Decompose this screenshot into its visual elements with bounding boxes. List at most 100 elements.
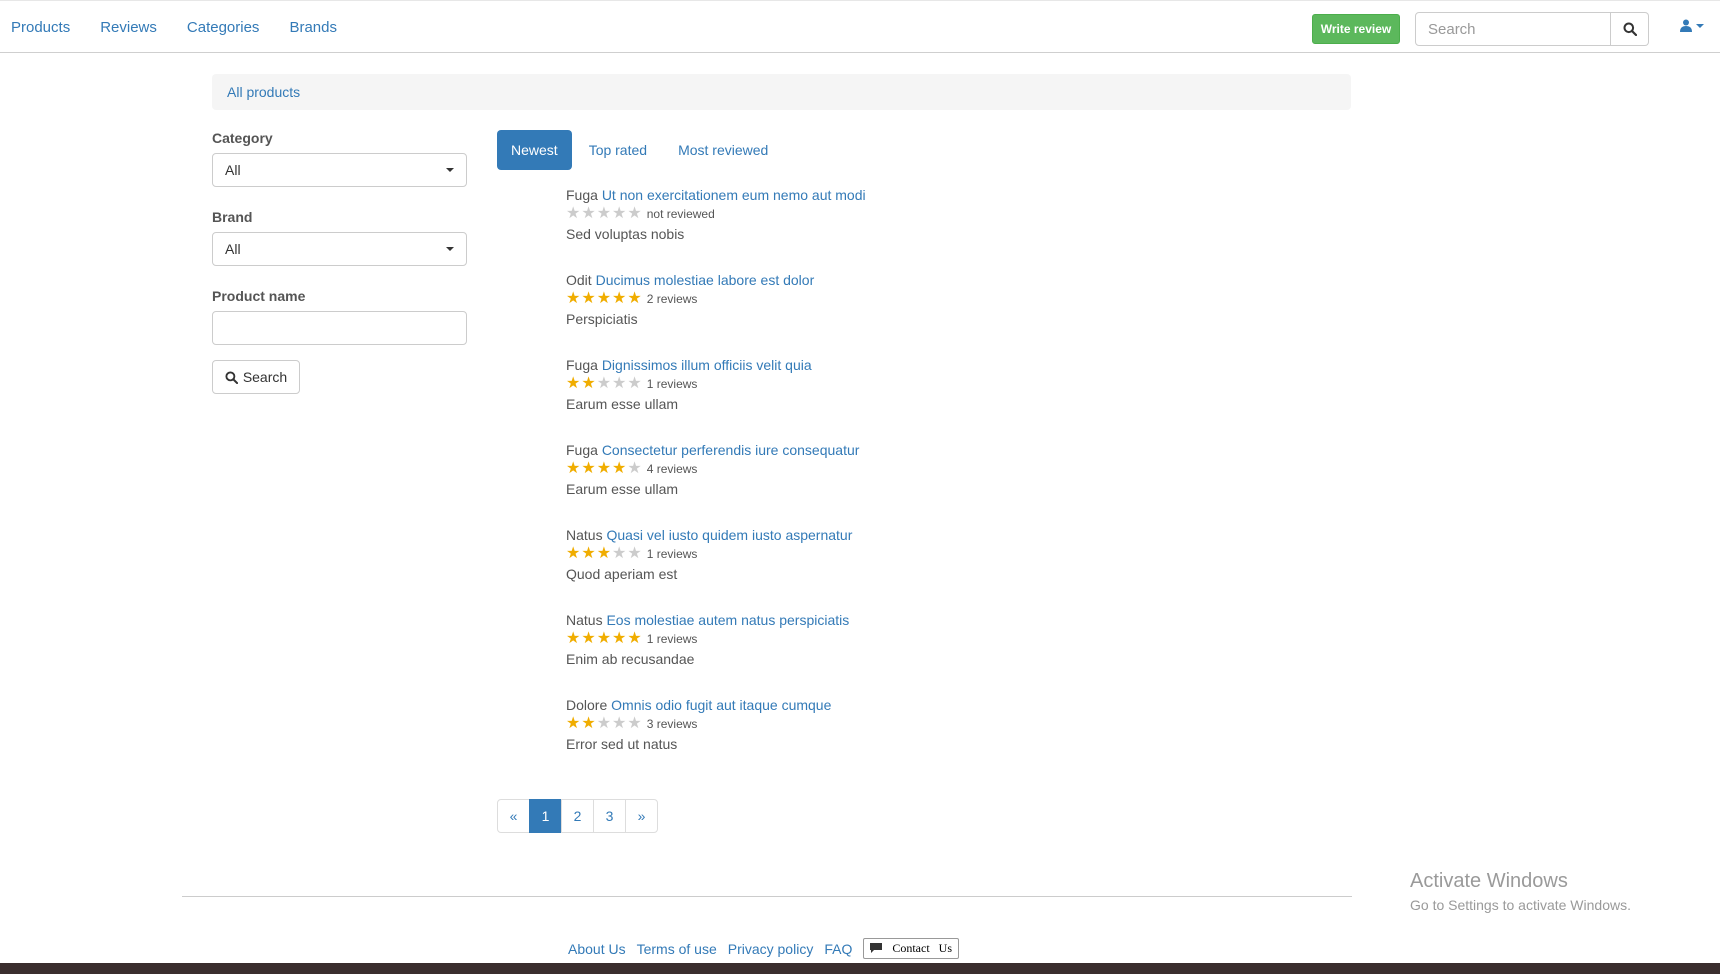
review-count: 4 reviews — [646, 462, 698, 476]
filter-search-button[interactable]: Search — [212, 360, 300, 394]
watermark-subtitle: Go to Settings to activate Windows. — [1410, 897, 1631, 913]
pagination-prev[interactable]: « — [497, 799, 530, 833]
star-filled-icon: ★ — [581, 460, 596, 477]
list-item: Natus Quasi vel iusto quidem iusto asper… — [566, 526, 1266, 611]
header-search-input[interactable] — [1415, 12, 1611, 46]
product-name-input[interactable] — [212, 311, 467, 345]
star-empty-icon: ★ — [581, 205, 596, 222]
nav-item-products[interactable]: Products — [11, 19, 70, 36]
star-filled-icon: ★ — [581, 715, 596, 732]
star-filled-icon: ★ — [581, 545, 596, 562]
star-filled-icon: ★ — [612, 290, 627, 307]
star-filled-icon: ★ — [596, 290, 612, 307]
brand-select[interactable]: All — [212, 232, 467, 266]
star-filled-icon: ★ — [596, 460, 612, 477]
review-count: 3 reviews — [646, 717, 698, 731]
star-filled-icon: ★ — [596, 630, 612, 647]
header-search-button[interactable] — [1611, 12, 1649, 46]
product-category: Earum esse ullam — [566, 481, 679, 497]
product-category: Perspiciatis — [566, 311, 638, 327]
caret-down-icon — [1696, 23, 1704, 28]
product-brand: Fuga — [566, 187, 598, 203]
star-filled-icon: ★ — [612, 460, 627, 477]
list-item: Fuga Dignissimos illum officiis velit qu… — [566, 356, 1266, 441]
product-category: Quod aperiam est — [566, 566, 678, 582]
product-link[interactable]: Omnis odio fugit aut itaque cumque — [611, 697, 831, 713]
pagination: « 1 2 3 » — [497, 799, 658, 833]
footer-about-link[interactable]: About Us — [568, 941, 626, 957]
nav-item-brands[interactable]: Brands — [289, 19, 337, 36]
category-select[interactable]: All — [212, 153, 467, 187]
caret-down-icon — [446, 247, 454, 251]
product-link[interactable]: Eos molestiae autem natus perspiciatis — [606, 612, 849, 628]
star-empty-icon: ★ — [566, 205, 581, 222]
top-navbar: Products Reviews Categories Brands Write… — [0, 0, 1720, 53]
product-brand: Fuga — [566, 357, 598, 373]
pagination-page-2[interactable]: 2 — [561, 799, 594, 833]
star-filled-icon: ★ — [566, 460, 581, 477]
star-rating: ★ ★ ★ ★ ★ 1 reviews — [566, 544, 1266, 564]
breadcrumb-all-products[interactable]: All products — [227, 84, 300, 100]
write-review-button[interactable]: Write review — [1312, 14, 1400, 44]
product-category: Sed voluptas nobis — [566, 226, 685, 242]
category-label: Category — [212, 130, 273, 146]
star-rating: ★ ★ ★ ★ ★ 4 reviews — [566, 459, 1266, 479]
product-category: Error sed ut natus — [566, 736, 678, 752]
footer-divider — [182, 896, 1352, 897]
star-filled-icon: ★ — [627, 630, 642, 647]
review-count: 1 reviews — [646, 547, 698, 561]
review-count: 1 reviews — [646, 632, 698, 646]
footer-terms-link[interactable]: Terms of use — [637, 941, 717, 957]
product-link[interactable]: Dignissimos illum officiis velit quia — [602, 357, 812, 373]
search-icon — [225, 370, 238, 384]
star-empty-icon: ★ — [612, 205, 627, 222]
star-empty-icon: ★ — [627, 460, 642, 477]
product-brand: Odit — [566, 272, 592, 288]
footer-faq-link[interactable]: FAQ — [824, 941, 852, 957]
pagination-page-1[interactable]: 1 — [529, 799, 562, 833]
star-rating: ★ ★ ★ ★ ★ 3 reviews — [566, 714, 1266, 734]
tab-most-reviewed[interactable]: Most reviewed — [664, 130, 782, 170]
caret-down-icon — [446, 168, 454, 172]
star-filled-icon: ★ — [596, 545, 612, 562]
star-filled-icon: ★ — [566, 715, 581, 732]
star-empty-icon: ★ — [612, 375, 627, 392]
tab-newest[interactable]: Newest — [497, 130, 572, 170]
product-brand: Natus — [566, 612, 603, 628]
list-item: Fuga Ut non exercitationem eum nemo aut … — [566, 186, 1266, 271]
nav-item-reviews[interactable]: Reviews — [100, 19, 157, 36]
footer-links: About Us Terms of use Privacy policy FAQ… — [568, 938, 960, 959]
star-rating: ★ ★ ★ ★ ★ 1 reviews — [566, 629, 1266, 649]
star-rating: ★ ★ ★ ★ ★ 1 reviews — [566, 374, 1266, 394]
star-filled-icon: ★ — [581, 375, 596, 392]
star-filled-icon: ★ — [612, 630, 627, 647]
product-link[interactable]: Consectetur perferendis iure consequatur — [602, 442, 860, 458]
product-link[interactable]: Quasi vel iusto quidem iusto aspernatur — [606, 527, 852, 543]
star-filled-icon: ★ — [566, 545, 581, 562]
product-category: Enim ab recusandae — [566, 651, 695, 667]
contact-us-button[interactable]: Contact Us — [863, 938, 960, 959]
star-empty-icon: ★ — [627, 545, 642, 562]
tab-top-rated[interactable]: Top rated — [575, 130, 661, 170]
footer-privacy-link[interactable]: Privacy policy — [728, 941, 814, 957]
brand-label: Brand — [212, 209, 253, 225]
product-link[interactable]: Ut non exercitationem eum nemo aut modi — [602, 187, 866, 203]
pagination-next[interactable]: » — [625, 799, 658, 833]
star-rating: ★ ★ ★ ★ ★ not reviewed — [566, 204, 1266, 224]
star-empty-icon: ★ — [612, 715, 627, 732]
product-link[interactable]: Ducimus molestiae labore est dolor — [596, 272, 815, 288]
list-item: Fuga Consectetur perferendis iure conseq… — [566, 441, 1266, 526]
breadcrumb: All products — [212, 74, 1351, 110]
star-filled-icon: ★ — [566, 630, 581, 647]
contact-us-label: Contact Us — [892, 941, 953, 955]
search-icon — [1623, 22, 1637, 36]
pagination-page-3[interactable]: 3 — [593, 799, 626, 833]
star-filled-icon: ★ — [627, 290, 642, 307]
watermark-title: Activate Windows — [1410, 870, 1568, 892]
filter-sidebar: Category All Brand All Product name Sear… — [212, 130, 467, 394]
user-menu-dropdown[interactable] — [1680, 19, 1705, 32]
product-brand: Fuga — [566, 442, 598, 458]
product-list: Fuga Ut non exercitationem eum nemo aut … — [566, 186, 1266, 781]
nav-item-categories[interactable]: Categories — [187, 19, 260, 36]
product-name-label: Product name — [212, 288, 306, 304]
